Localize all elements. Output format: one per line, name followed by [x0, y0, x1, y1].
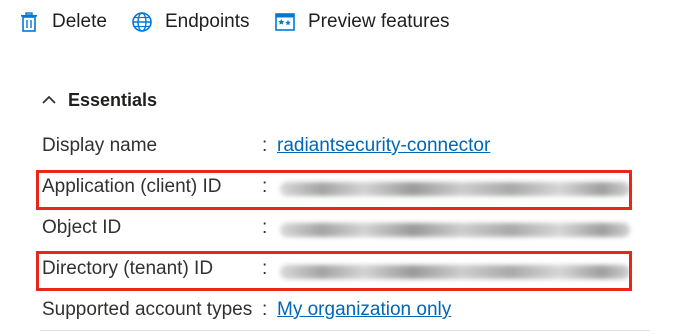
- object-id-redacted-value: [280, 223, 630, 237]
- application-id-highlight: [36, 170, 632, 210]
- divider: [40, 330, 650, 331]
- chevron-up-icon: [40, 91, 58, 109]
- supported-account-types-link[interactable]: My organization only: [277, 299, 451, 321]
- globe-icon: [131, 11, 153, 33]
- supported-account-types-colon: :: [262, 299, 268, 320]
- preview-features-label: Preview features: [308, 11, 450, 32]
- trash-icon: [18, 11, 40, 33]
- command-bar: Delete Endpoints Preview features: [0, 0, 688, 44]
- directory-id-highlight: [36, 251, 632, 291]
- preview-features-icon: [274, 11, 296, 33]
- delete-label: Delete: [52, 11, 107, 32]
- object-id-colon: :: [262, 217, 268, 238]
- supported-account-types-key: Supported account types: [42, 299, 253, 320]
- essentials-title: Essentials: [68, 89, 158, 110]
- supported-account-types-row: Supported account types : My organizatio…: [40, 295, 650, 327]
- essentials-toggle[interactable]: Essentials: [40, 87, 157, 113]
- delete-button[interactable]: Delete: [18, 8, 107, 36]
- object-id-key: Object ID: [42, 217, 122, 238]
- endpoints-button[interactable]: Endpoints: [131, 8, 250, 36]
- object-id-row: Object ID :: [40, 213, 650, 245]
- preview-features-button[interactable]: Preview features: [274, 8, 450, 36]
- display-name-colon: :: [262, 135, 268, 156]
- display-name-link[interactable]: radiantsecurity-connector: [277, 135, 490, 157]
- endpoints-label: Endpoints: [165, 11, 250, 32]
- display-name-key: Display name: [42, 135, 158, 156]
- display-name-row: Display name : radiantsecurity-connector: [40, 131, 650, 163]
